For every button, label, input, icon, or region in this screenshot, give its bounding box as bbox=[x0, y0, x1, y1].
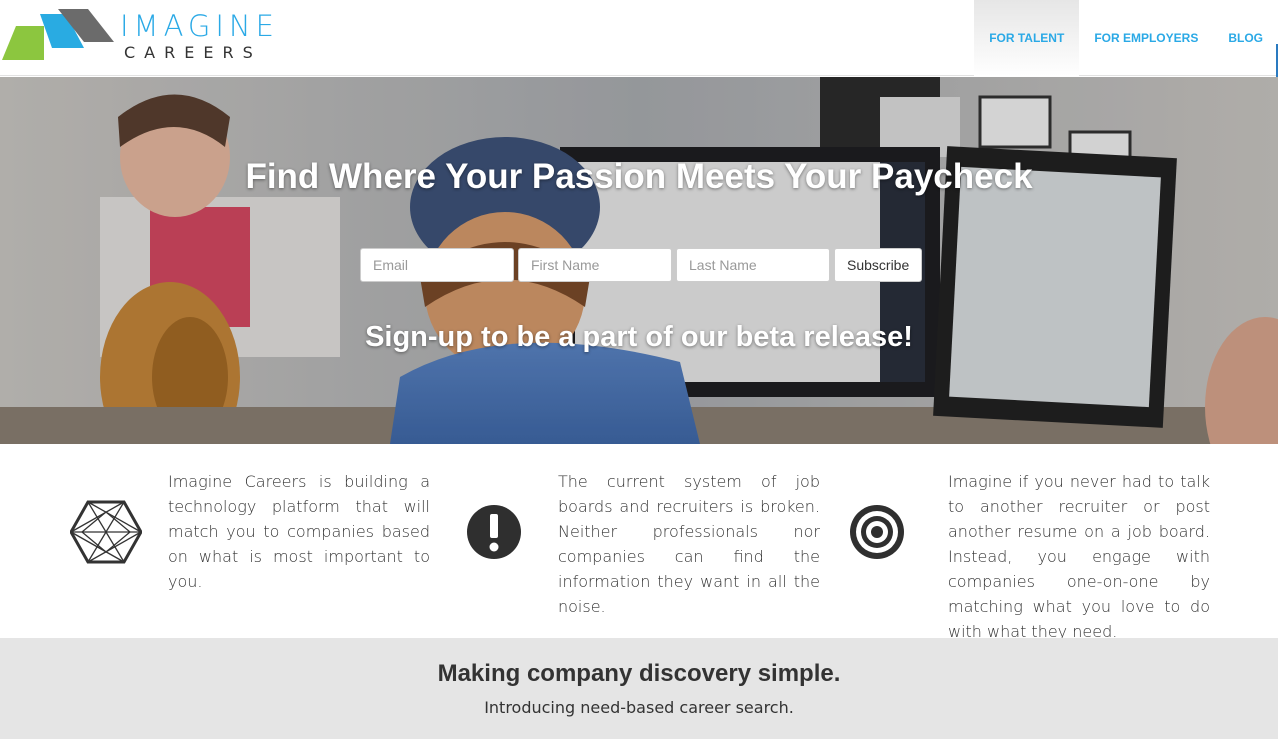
hero-title: Find Where Your Passion Meets Your Paych… bbox=[245, 157, 1033, 196]
first-name-input[interactable] bbox=[518, 248, 672, 282]
logo-shapes-icon bbox=[2, 9, 114, 60]
target-icon bbox=[850, 505, 904, 559]
imagine-careers-logo[interactable]: IMAGINE CAREERS bbox=[0, 6, 310, 62]
nav-for-employers[interactable]: FOR EMPLOYERS bbox=[1079, 0, 1213, 76]
logo-word-imagine: IMAGINE bbox=[120, 9, 279, 43]
feature-platform-text: Imagine Careers is building a technology… bbox=[168, 472, 430, 591]
discovery-band: Making company discovery simple. Introdu… bbox=[0, 638, 1278, 739]
main-nav: FOR TALENT FOR EMPLOYERS BLOG bbox=[974, 0, 1278, 76]
feature-vision-text: Imagine if you never had to talk to anot… bbox=[948, 472, 1210, 641]
feature-problem-text: The current system of job boards and rec… bbox=[558, 472, 820, 616]
nav-for-talent[interactable]: FOR TALENT bbox=[974, 0, 1080, 76]
signup-form: Subscribe bbox=[360, 248, 923, 282]
features-section: Imagine Careers is building a technology… bbox=[0, 444, 1278, 641]
hexagon-network-icon bbox=[70, 500, 142, 564]
hero-subtitle: Sign-up to be a part of our beta release… bbox=[365, 321, 913, 353]
subscribe-button[interactable]: Subscribe bbox=[834, 248, 923, 282]
exclamation-circle-icon bbox=[467, 505, 521, 559]
last-name-input[interactable] bbox=[676, 248, 830, 282]
site-header: IMAGINE CAREERS FOR TALENT FOR EMPLOYERS… bbox=[0, 0, 1278, 78]
hero-section: Find Where Your Passion Meets Your Paych… bbox=[0, 77, 1278, 444]
nav-blog[interactable]: BLOG bbox=[1213, 0, 1278, 76]
logo-word-careers: CAREERS bbox=[124, 43, 262, 62]
email-input[interactable] bbox=[360, 248, 514, 282]
band-subtitle: Introducing need-based career search. bbox=[484, 698, 794, 717]
band-title: Making company discovery simple. bbox=[437, 660, 841, 687]
